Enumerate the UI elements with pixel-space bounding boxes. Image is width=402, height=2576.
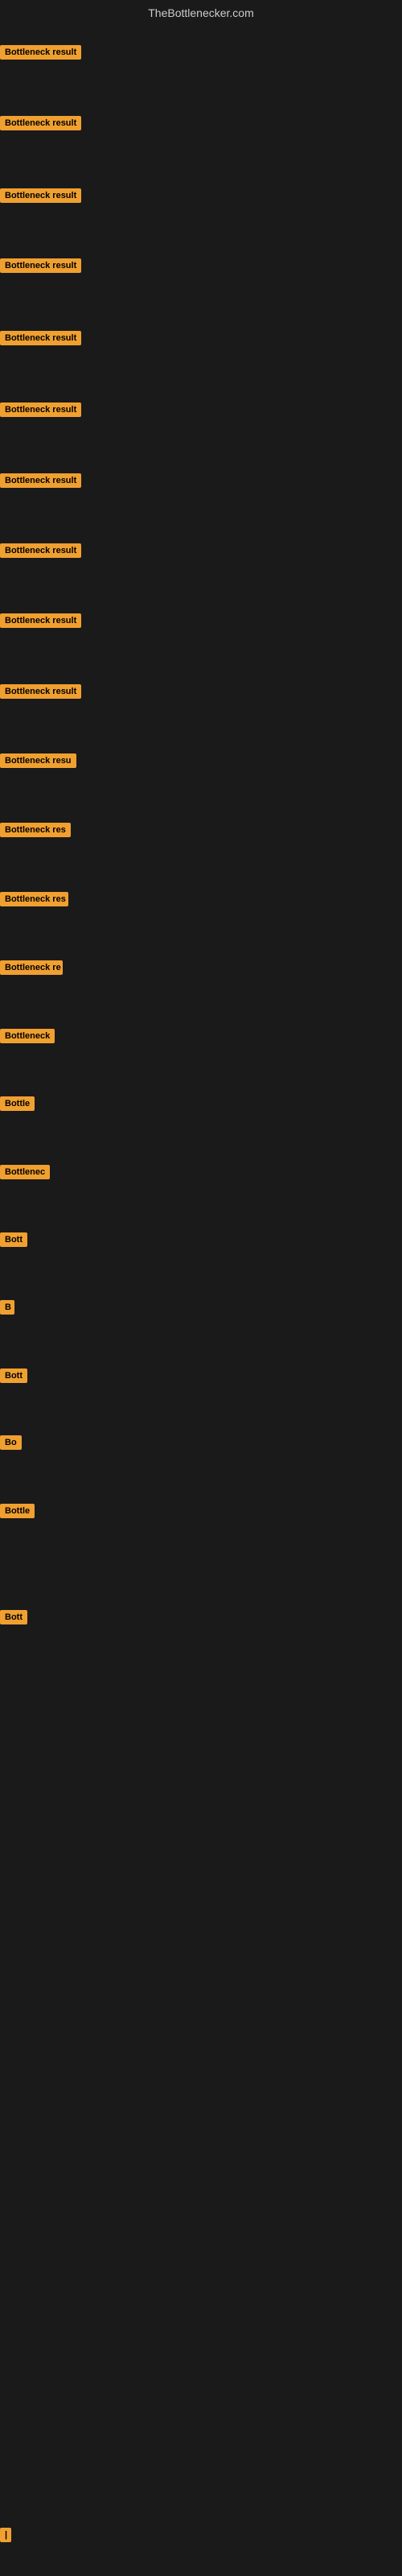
bottleneck-badge-4: Bottleneck result — [0, 258, 81, 273]
bottleneck-badge-23: Bott — [0, 1610, 27, 1624]
bottleneck-badge-5: Bottleneck result — [0, 331, 81, 345]
bottleneck-badge-3: Bottleneck result — [0, 188, 81, 203]
bottleneck-badge-16: Bottle — [0, 1096, 35, 1111]
bottleneck-badge-24: | — [0, 2528, 11, 2542]
bottleneck-badge-18: Bott — [0, 1232, 27, 1247]
bottleneck-badge-22: Bottle — [0, 1504, 35, 1518]
bottleneck-badge-8: Bottleneck result — [0, 543, 81, 558]
bottleneck-badge-20: Bott — [0, 1368, 27, 1383]
bottleneck-badge-9: Bottleneck result — [0, 613, 81, 628]
bottleneck-badge-14: Bottleneck re — [0, 960, 63, 975]
bottleneck-badge-11: Bottleneck resu — [0, 753, 76, 768]
bottleneck-badge-13: Bottleneck res — [0, 892, 68, 906]
bottleneck-badge-7: Bottleneck result — [0, 473, 81, 488]
bottleneck-badge-21: Bo — [0, 1435, 22, 1450]
site-title: TheBottlenecker.com — [0, 0, 402, 26]
bottleneck-badge-6: Bottleneck result — [0, 402, 81, 417]
bottleneck-badge-19: B — [0, 1300, 14, 1315]
bottleneck-badge-2: Bottleneck result — [0, 116, 81, 130]
bottleneck-badge-1: Bottleneck result — [0, 45, 81, 60]
bottleneck-badge-12: Bottleneck res — [0, 823, 71, 837]
bottleneck-badge-15: Bottleneck — [0, 1029, 55, 1043]
bottleneck-badge-17: Bottlenec — [0, 1165, 50, 1179]
bottleneck-badge-10: Bottleneck result — [0, 684, 81, 699]
